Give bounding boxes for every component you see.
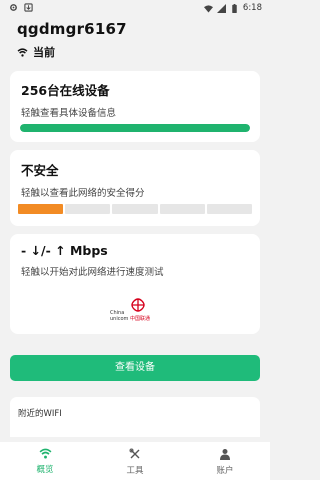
speed-subtitle: 轻触以开始对此网络进行速度测试	[21, 267, 164, 278]
network-header: qgdmgr6167 当前	[17, 20, 127, 60]
svg-text:中国联通: 中国联通	[130, 315, 150, 322]
tab-tools-label: 工具	[126, 466, 144, 476]
devices-progress-fill	[20, 124, 250, 132]
wifi-icon	[39, 448, 51, 459]
person-icon	[220, 449, 230, 460]
status-time: 6:18	[242, 3, 262, 13]
tab-account-label: 账户	[216, 466, 234, 476]
security-score-segment	[18, 204, 64, 214]
online-devices-card[interactable]: 256台在线设备 轻触查看具体设备信息	[10, 71, 260, 142]
security-score-segment	[159, 204, 205, 214]
current-label: 当前	[33, 46, 55, 59]
nearby-wifi-section[interactable]: 附近的WIFI	[10, 397, 260, 437]
tab-tools[interactable]: 工具	[90, 442, 180, 480]
wifi-signal-icon	[203, 4, 213, 13]
devices-title: 256台在线设备	[21, 83, 110, 98]
settings-icon	[10, 4, 17, 11]
tab-account[interactable]: 账户	[180, 442, 270, 480]
china-unicom-logo: China unicom 中国联通	[110, 298, 150, 322]
tools-icon	[129, 448, 140, 459]
bottom-tab-bar: 概览 工具 账户	[0, 442, 270, 480]
security-score-segment	[112, 204, 158, 214]
cell-signal-icon	[216, 3, 226, 13]
security-title: 不安全	[21, 163, 59, 178]
status-bar: 6:18	[0, 0, 270, 18]
current-network-row: 当前	[17, 44, 127, 60]
speed-title: - ↓/- ↑ Mbps	[21, 243, 108, 258]
security-subtitle: 轻触以查看此网络的安全得分	[21, 188, 145, 199]
network-ssid: qgdmgr6167	[17, 20, 127, 38]
view-devices-button[interactable]: 查看设备	[10, 355, 260, 381]
security-score-segment	[65, 204, 111, 214]
battery-icon	[232, 3, 237, 13]
wifi-icon	[17, 47, 28, 57]
nearby-wifi-title: 附近的WIFI	[18, 409, 62, 419]
tab-overview[interactable]: 概览	[0, 442, 90, 480]
svg-text:unicom: unicom	[110, 316, 129, 322]
tab-overview-label: 概览	[36, 465, 54, 475]
security-card[interactable]: 不安全 轻触以查看此网络的安全得分	[10, 150, 260, 226]
devices-progress-bar	[20, 124, 250, 132]
devices-subtitle: 轻触查看具体设备信息	[21, 108, 117, 119]
speed-test-card[interactable]: - ↓/- ↑ Mbps 轻触以开始对此网络进行速度测试 China unico…	[10, 234, 260, 334]
security-score-segment	[206, 204, 253, 214]
security-score-bar	[18, 204, 253, 214]
download-status-icon	[24, 3, 33, 12]
